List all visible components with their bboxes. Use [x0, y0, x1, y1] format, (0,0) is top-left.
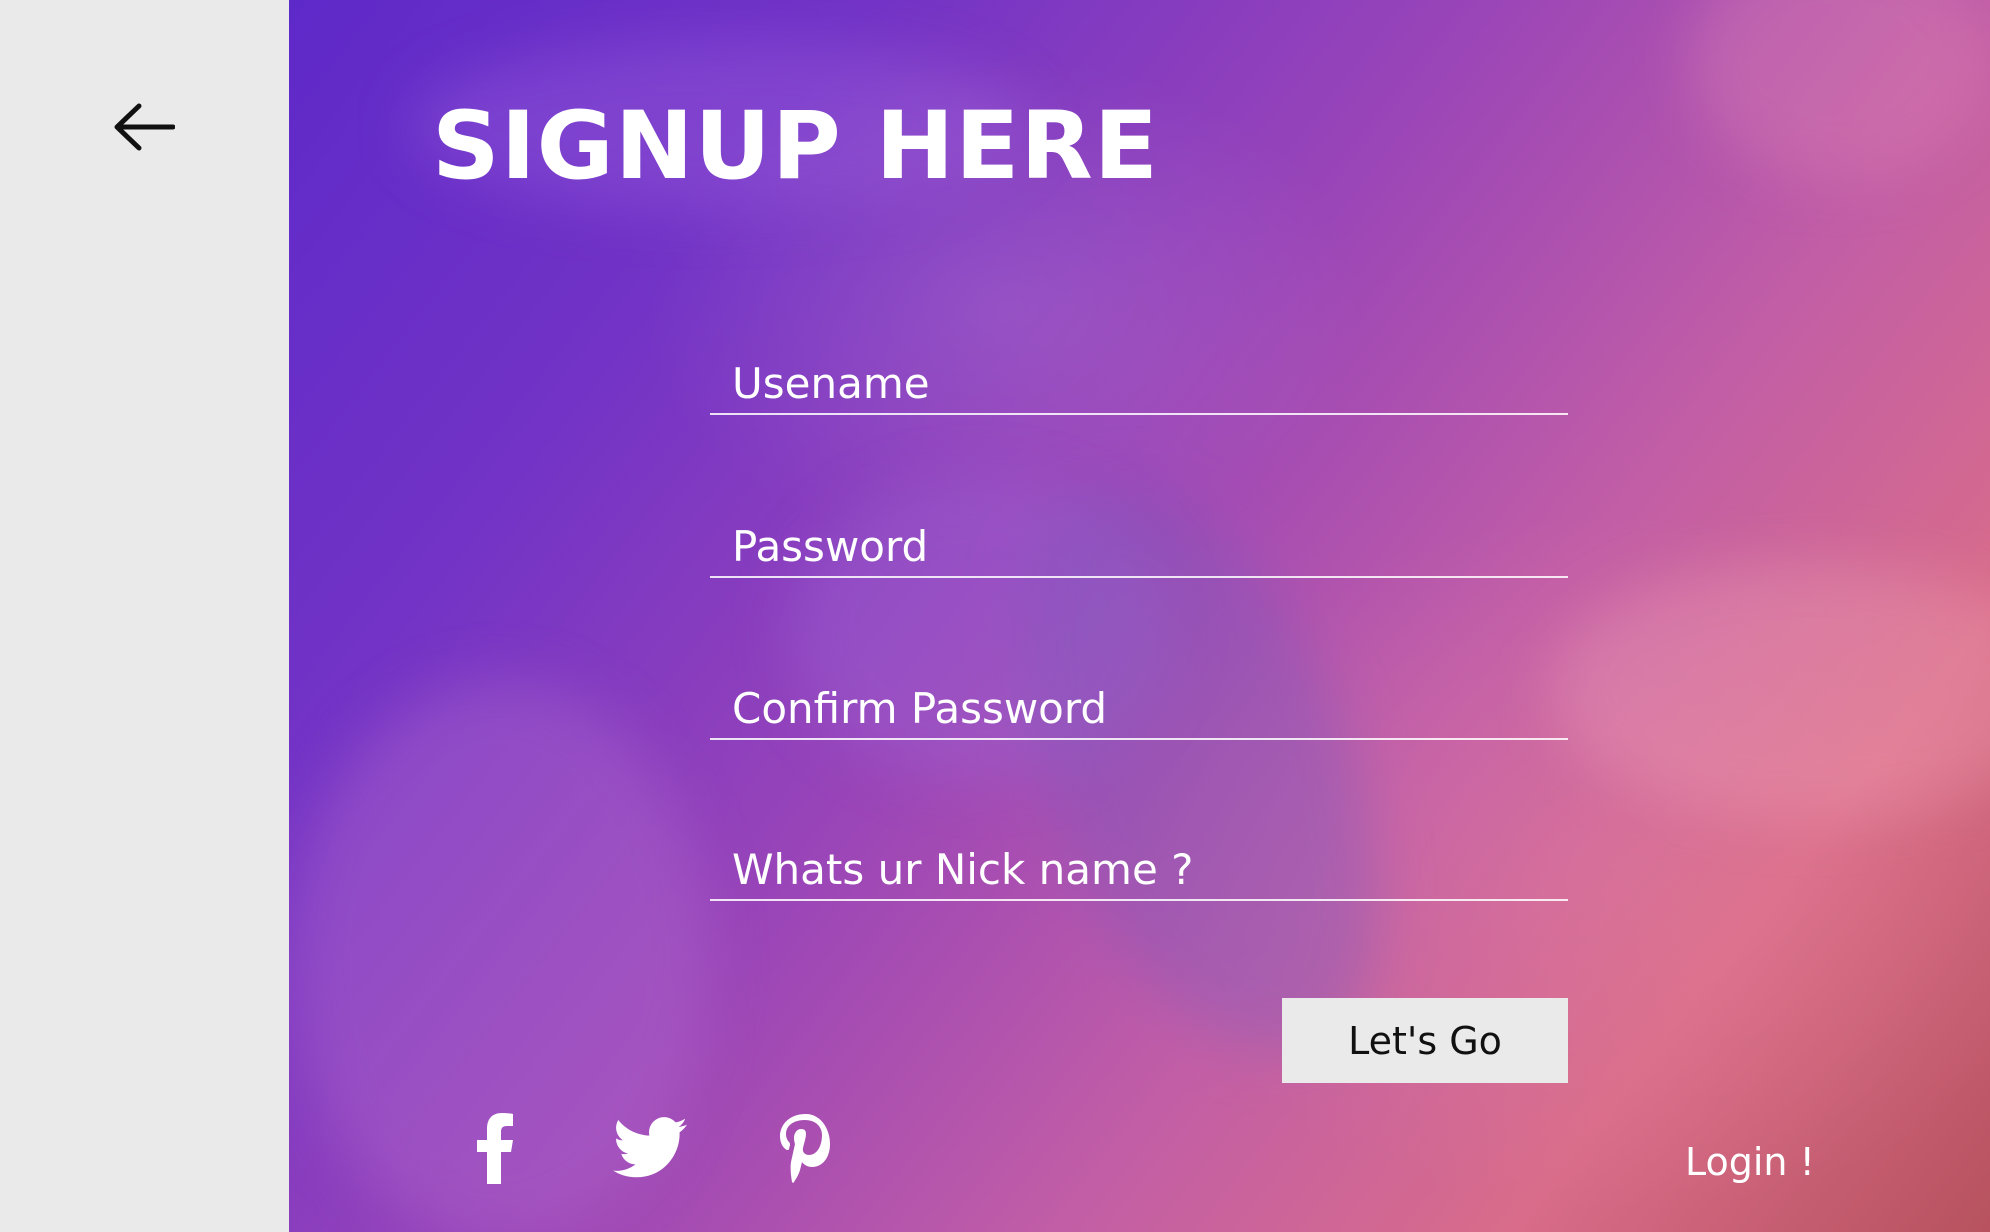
facebook-link[interactable] [455, 1108, 535, 1188]
username-field [710, 353, 1568, 415]
facebook-icon [477, 1113, 513, 1184]
page-title: SIGNUP HERE [432, 92, 1159, 201]
lets-go-button[interactable]: Let's Go [1282, 998, 1568, 1083]
sidebar [0, 0, 289, 1232]
background-blur-shape [1549, 560, 1990, 820]
confirm-password-field [710, 678, 1568, 740]
twitter-link[interactable] [610, 1108, 690, 1188]
nickname-input[interactable] [710, 839, 1568, 899]
background-blur-shape [1689, 0, 1989, 180]
signup-panel: SIGNUP HERE Let's Go Login ! [289, 0, 1990, 1232]
username-input[interactable] [710, 353, 1568, 413]
twitter-icon [613, 1117, 687, 1178]
confirm-password-input[interactable] [710, 678, 1568, 738]
pinterest-icon [780, 1114, 830, 1183]
arrow-left-icon [114, 103, 175, 151]
pinterest-link[interactable] [765, 1108, 845, 1188]
back-button[interactable] [112, 100, 176, 154]
password-field [710, 516, 1568, 578]
nickname-field [710, 839, 1568, 901]
password-input[interactable] [710, 516, 1568, 576]
login-link[interactable]: Login ! [1685, 1140, 1815, 1184]
